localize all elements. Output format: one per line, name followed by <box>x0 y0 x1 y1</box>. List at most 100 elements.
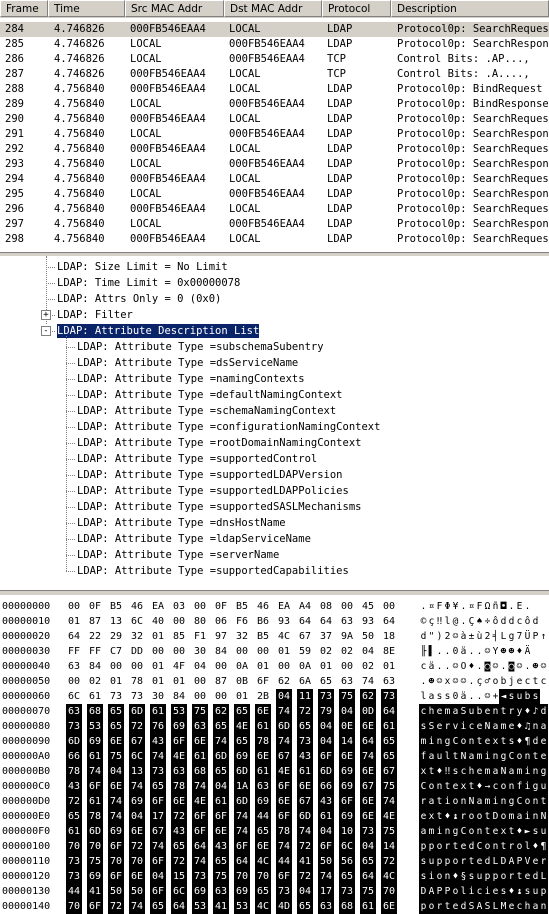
packet-row[interactable]: 288 4.756840 000FB546EAA4 LOCAL LDAP Protocol… <box>0 82 549 97</box>
attribute-type-item[interactable]: LDAP: Attribute Type =defaultNamingConte… <box>77 388 343 402</box>
hex-byte[interactable]: 15 <box>171 869 187 884</box>
hex-byte[interactable]: 93 <box>276 614 292 629</box>
packet-row[interactable]: 287 4.746826 000FB546EAA4 LOCAL TCP Control B… <box>0 67 549 82</box>
packet-row[interactable]: 291 4.756840 LOCAL 000FB546EAA4 LDAP Protocol… <box>0 127 549 142</box>
hex-byte[interactable]: 80 <box>192 614 208 629</box>
tree-item[interactable]: LDAP: Time Limit = 0x00000078 <box>57 276 240 290</box>
hex-byte[interactable]: 61 <box>255 719 271 734</box>
hex-byte[interactable]: 78 <box>129 674 145 689</box>
hex-byte[interactable]: 00 <box>192 689 208 704</box>
hex-byte[interactable]: 63 <box>192 719 208 734</box>
hex-byte[interactable]: 6F <box>276 869 292 884</box>
hex-byte[interactable]: B5 <box>234 599 250 614</box>
hex-row[interactable]: 00000080 73 53 65 72 76 69 63 65 4E 61 6D 65 04 0E 6E 61… <box>0 719 549 734</box>
hex-byte[interactable]: B5 <box>108 599 124 614</box>
hex-byte[interactable]: 63 <box>381 674 397 689</box>
hex-byte[interactable]: 67 <box>276 749 292 764</box>
hex-byte[interactable]: 0F <box>87 599 103 614</box>
hex-byte[interactable]: 74 <box>234 824 250 839</box>
hex-byte[interactable]: 72 <box>381 854 397 869</box>
hex-byte[interactable]: 6E <box>360 794 376 809</box>
hex-byte[interactable]: 6C <box>129 749 145 764</box>
hex-byte[interactable]: 74 <box>360 674 376 689</box>
hex-byte[interactable]: 6F <box>318 839 334 854</box>
hex-byte[interactable]: 00 <box>171 614 187 629</box>
hex-byte[interactable]: 65 <box>150 779 166 794</box>
hex-byte[interactable]: 84 <box>87 659 103 674</box>
hex-row[interactable]: 00000130 44 41 50 50 6F 6C 69 63 69 65 73 04 17 73 75 70… <box>0 884 549 899</box>
hex-byte[interactable]: 6E <box>255 749 271 764</box>
hex-byte[interactable]: 00 <box>108 659 124 674</box>
hex-byte[interactable]: 6F <box>108 839 124 854</box>
hex-byte[interactable]: 01 <box>381 659 397 674</box>
hex-byte[interactable]: 04 <box>276 689 292 704</box>
hex-byte[interactable]: 64 <box>381 614 397 629</box>
hex-byte[interactable]: 6F <box>150 854 166 869</box>
hex-byte[interactable]: 70 <box>66 899 82 914</box>
hex-byte[interactable]: 74 <box>108 809 124 824</box>
hex-byte[interactable]: 72 <box>129 839 145 854</box>
hex-byte[interactable]: 00 <box>66 599 82 614</box>
hex-byte[interactable]: 0D <box>360 704 376 719</box>
hex-byte[interactable]: 02 <box>87 674 103 689</box>
hex-byte[interactable]: 72 <box>297 704 313 719</box>
hex-byte[interactable]: 67 <box>360 779 376 794</box>
hex-byte[interactable]: 73 <box>339 884 355 899</box>
hex-byte[interactable]: 04 <box>318 719 334 734</box>
hex-byte[interactable]: 65 <box>318 674 334 689</box>
hex-byte[interactable]: 69 <box>339 764 355 779</box>
hex-byte[interactable]: 73 <box>192 869 208 884</box>
hex-byte[interactable]: 75 <box>87 854 103 869</box>
hex-byte[interactable]: 69 <box>234 884 250 899</box>
hex-byte[interactable]: 4D <box>276 899 292 914</box>
attribute-type-item[interactable]: LDAP: Attribute Type =supportedControl <box>77 452 317 466</box>
hex-byte[interactable]: 65 <box>255 824 271 839</box>
hex-byte[interactable]: 02 <box>360 659 376 674</box>
hex-byte[interactable]: 67 <box>297 629 313 644</box>
hex-byte[interactable]: 01 <box>150 659 166 674</box>
hex-byte[interactable]: 6C <box>66 689 82 704</box>
hex-byte[interactable]: 43 <box>150 734 166 749</box>
hex-byte[interactable]: 01 <box>318 659 334 674</box>
hex-byte[interactable]: 6D <box>234 764 250 779</box>
hex-byte[interactable]: 14 <box>381 839 397 854</box>
hex-row[interactable]: 00000070 63 68 65 6D 61 53 75 62 65 6E 74 72 79 04 0D 64… <box>0 704 549 719</box>
hex-byte[interactable]: 04 <box>297 884 313 899</box>
hex-byte[interactable]: 6E <box>297 779 313 794</box>
hex-byte[interactable]: C7 <box>108 644 124 659</box>
hex-byte[interactable]: 64 <box>234 854 250 869</box>
hex-byte[interactable]: 65 <box>297 899 313 914</box>
hex-byte[interactable]: 65 <box>234 704 250 719</box>
column-header-src-mac[interactable]: Src MAC Addr <box>125 0 224 17</box>
hex-byte[interactable]: 00 <box>129 659 145 674</box>
hex-byte[interactable]: 53 <box>171 704 187 719</box>
hex-byte[interactable]: 41 <box>213 899 229 914</box>
hex-byte[interactable]: 62 <box>213 704 229 719</box>
column-header-time[interactable]: Time <box>48 0 125 17</box>
hex-byte[interactable]: 79 <box>318 704 334 719</box>
hex-byte[interactable]: 6F <box>276 809 292 824</box>
tree-item[interactable]: LDAP: Attrs Only = 0 (0x0) <box>57 292 221 306</box>
packet-row[interactable]: 297 4.756840 LOCAL 000FB546EAA4 LDAP Protocol… <box>0 217 549 232</box>
hex-byte[interactable]: 6E <box>255 839 271 854</box>
hex-byte[interactable]: 6F <box>318 749 334 764</box>
hex-byte[interactable]: 41 <box>87 884 103 899</box>
hex-byte[interactable]: 73 <box>381 689 397 704</box>
hex-byte[interactable]: 43 <box>297 749 313 764</box>
hex-byte[interactable]: 50 <box>318 854 334 869</box>
attribute-type-item[interactable]: LDAP: Attribute Type =supportedLDAPVersi… <box>77 468 343 482</box>
hex-byte[interactable]: 14 <box>339 734 355 749</box>
hex-byte[interactable]: 43 <box>318 794 334 809</box>
hex-byte[interactable]: 61 <box>213 794 229 809</box>
hex-byte[interactable]: 01 <box>276 644 292 659</box>
hex-byte[interactable]: 45 <box>360 599 376 614</box>
hex-byte[interactable]: 72 <box>297 839 313 854</box>
hex-byte[interactable]: 50 <box>108 884 124 899</box>
hex-byte[interactable]: 74 <box>276 704 292 719</box>
hex-byte[interactable]: 68 <box>339 899 355 914</box>
hex-byte[interactable]: 75 <box>108 749 124 764</box>
hex-row[interactable]: 000000D0 72 61 74 69 6F 6E 4E 61 6D 69 6E 67 43 6F 6E 74… <box>0 794 549 809</box>
hex-byte[interactable]: 73 <box>66 719 82 734</box>
hex-byte[interactable]: 74 <box>213 734 229 749</box>
attribute-type-item[interactable]: LDAP: Attribute Type =subschemaSubentry <box>77 340 324 354</box>
